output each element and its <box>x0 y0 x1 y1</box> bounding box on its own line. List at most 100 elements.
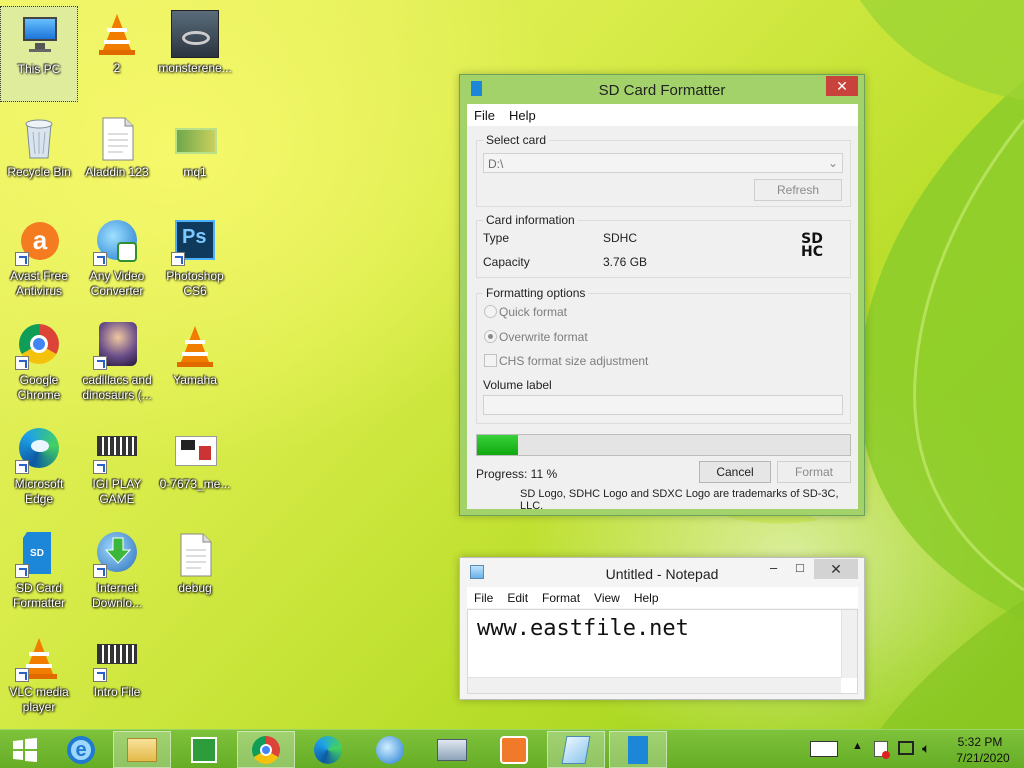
shortcut-arrow-icon <box>171 252 185 266</box>
overwrite-format-label: Overwrite format <box>499 330 588 344</box>
desktop-icon-yamaha[interactable]: Yamaha <box>156 318 234 414</box>
chs-adjustment-label: CHS format size adjustment <box>499 354 649 368</box>
desktop-icon-microsoft-edge[interactable]: Microsoft Edge <box>0 422 78 518</box>
computer-icon <box>15 11 63 59</box>
taskbar-notepad[interactable] <box>547 731 605 768</box>
edge-icon <box>314 735 342 764</box>
desktop-icon-2[interactable]: 2 <box>78 6 156 102</box>
desktop-icon-vlc-media-player[interactable]: VLC media player <box>0 630 78 726</box>
photo-thumbnail-icon <box>171 426 219 474</box>
desktop-icon-recycle-bin[interactable]: Recycle Bin <box>0 110 78 206</box>
quick-format-label: Quick format <box>499 305 568 319</box>
photoshop-icon: Ps <box>171 218 219 266</box>
desktop-icon-intro-file[interactable]: Intro File <box>78 630 156 726</box>
volume-label-input[interactable] <box>483 395 843 415</box>
camera-icon <box>500 735 528 764</box>
desktop-icon-aladdin[interactable]: Aladdin 123 <box>78 110 156 206</box>
clock-time[interactable]: 5:32 PM <box>950 735 1010 749</box>
chrome-icon <box>15 322 63 370</box>
card-select-dropdown[interactable]: D:\ ⌄ <box>483 153 843 173</box>
sd-card-icon <box>628 735 648 764</box>
type-label: Type <box>483 231 510 245</box>
taskbar: e ▲ 🔈︎ 5:32 PM 7/21/2020 <box>0 729 1024 768</box>
taskbar-store[interactable] <box>175 731 233 768</box>
taskbar-internet-explorer[interactable]: e <box>52 731 110 768</box>
shortcut-arrow-icon <box>93 564 107 578</box>
menu-file[interactable]: File <box>467 104 502 126</box>
notepad-text-area[interactable]: www.eastfile.net <box>467 609 858 694</box>
desktop-icon-internet-download[interactable]: Internet Downlo... <box>78 526 156 622</box>
desktop-icon-0-7673[interactable]: 0-7673_me... <box>156 422 234 518</box>
select-card-label: Select card <box>483 133 550 147</box>
clock-date[interactable]: 7/21/2020 <box>950 751 1016 765</box>
recycle-bin-icon <box>15 114 63 162</box>
notepad-content: www.eastfile.net <box>477 616 689 641</box>
igi-logo-icon <box>93 634 141 682</box>
window-title: SD Card Formatter <box>598 82 726 99</box>
sd-formatter-titlebar[interactable]: SD Card Formatter ✕ <box>460 75 864 103</box>
cancel-button[interactable]: Cancel <box>699 461 771 483</box>
vlc-cone-icon <box>15 634 63 682</box>
notepad-window[interactable]: Untitled - Notepad – □ ✕ File Edit Forma… <box>459 557 865 700</box>
type-value: SDHC <box>603 231 638 245</box>
video-converter-icon <box>93 218 141 266</box>
sd-formatter-window[interactable]: SD Card Formatter ✕ File Help Select car… <box>459 74 865 516</box>
speaker-icon[interactable]: 🔈︎ <box>922 740 930 757</box>
desktop-icon-avast[interactable]: a Avast Free Antivirus <box>0 214 78 310</box>
desktop-icon-photoshop[interactable]: Ps Photoshop CS6 <box>156 214 234 310</box>
desktop-icon-debug[interactable]: debug <box>156 526 234 622</box>
desktop-icon-google-chrome[interactable]: Google Chrome <box>0 318 78 414</box>
folder-icon <box>127 737 157 762</box>
menu-bar: File Help <box>467 104 858 126</box>
menu-edit[interactable]: Edit <box>500 587 535 608</box>
keyboard-icon[interactable] <box>810 741 838 757</box>
desktop-icon-monsterene[interactable]: monsterene... <box>156 6 234 102</box>
menu-format[interactable]: Format <box>535 587 587 608</box>
desktop-icon-mq1[interactable]: mq1 <box>156 110 234 206</box>
svg-text:SD: SD <box>30 548 44 559</box>
horizontal-scrollbar[interactable] <box>468 677 841 693</box>
overwrite-format-radio[interactable] <box>484 330 497 343</box>
start-button[interactable] <box>0 731 50 768</box>
document-icon <box>93 114 141 162</box>
menu-view[interactable]: View <box>587 587 627 608</box>
minimize-button[interactable]: – <box>770 560 777 575</box>
card-select-value: D:\ <box>488 157 504 171</box>
notepad-close-button[interactable]: ✕ <box>814 559 858 579</box>
desktop-icon-igi-play-game[interactable]: IGI PLAY GAME <box>78 422 156 518</box>
format-progress-bar <box>476 434 851 456</box>
notepad-icon <box>561 735 591 764</box>
card-information-label: Card information <box>483 213 578 227</box>
desktop-icon-this-pc[interactable]: This PC <box>0 6 78 102</box>
notepad-titlebar[interactable]: Untitled - Notepad – □ ✕ <box>460 558 864 586</box>
network-icon[interactable] <box>898 741 914 755</box>
taskbar-video-converter[interactable] <box>361 731 419 768</box>
vertical-scrollbar[interactable] <box>841 610 857 678</box>
taskbar-screenshot-app[interactable] <box>485 731 543 768</box>
quick-format-radio[interactable] <box>484 305 497 318</box>
menu-file[interactable]: File <box>467 587 500 608</box>
chevron-up-icon[interactable]: ▲ <box>852 740 863 752</box>
formatting-options-label: Formatting options <box>483 286 589 300</box>
chs-adjustment-checkbox[interactable] <box>484 354 497 367</box>
windows-logo-icon <box>13 737 37 762</box>
taskbar-edge[interactable] <box>299 731 357 768</box>
formatting-options-group: Formatting options Quick format Overwrit… <box>476 286 851 424</box>
maximize-button[interactable]: □ <box>796 560 804 575</box>
desktop-icon-any-video-converter[interactable]: Any Video Converter <box>78 214 156 310</box>
close-button[interactable]: ✕ <box>826 76 858 96</box>
taskbar-file-explorer[interactable] <box>113 731 171 768</box>
menu-help[interactable]: Help <box>627 587 666 608</box>
taskbar-chrome[interactable] <box>237 731 295 768</box>
refresh-button[interactable]: Refresh <box>754 179 842 201</box>
desktop-icon-cadillacs[interactable]: cadillacs and dinosaurs (... <box>78 318 156 414</box>
action-center-flag-icon[interactable] <box>874 741 890 759</box>
taskbar-sd-formatter[interactable] <box>609 731 667 768</box>
desktop-icon-sd-card-formatter[interactable]: SD SD Card Formatter <box>0 526 78 622</box>
shortcut-arrow-icon <box>15 564 29 578</box>
capacity-label: Capacity <box>483 255 530 269</box>
menu-help[interactable]: Help <box>502 104 543 126</box>
taskbar-network-app[interactable] <box>423 731 481 768</box>
format-button[interactable]: Format <box>777 461 851 483</box>
internet-explorer-icon: e <box>67 735 95 764</box>
